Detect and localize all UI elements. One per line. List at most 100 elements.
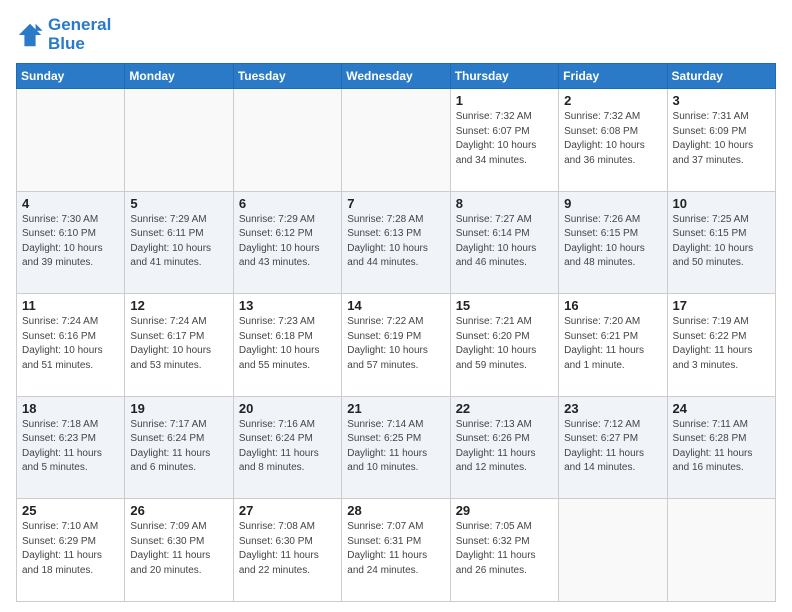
day-info: Sunrise: 7:30 AM Sunset: 6:10 PM Dayligh… — [22, 213, 119, 271]
weekday-header-row: SundayMondayTuesdayWednesdayThursdayFrid… — [17, 64, 776, 89]
calendar-cell: 11Sunrise: 7:24 AM Sunset: 6:16 PM Dayli… — [17, 294, 125, 397]
day-number: 10 — [673, 196, 770, 211]
calendar-cell — [559, 499, 667, 602]
header: General Blue — [16, 16, 776, 53]
day-number: 19 — [130, 401, 227, 416]
day-number: 4 — [22, 196, 119, 211]
day-number: 12 — [130, 298, 227, 313]
day-info: Sunrise: 7:18 AM Sunset: 6:23 PM Dayligh… — [22, 418, 119, 476]
calendar-cell — [17, 89, 125, 192]
day-info: Sunrise: 7:31 AM Sunset: 6:09 PM Dayligh… — [673, 110, 770, 168]
calendar-cell: 24 Sunrise: 7:11 AM Sunset: 6:28 PM Dayli… — [667, 396, 775, 499]
day-info: Sunrise: 7:10 AM Sunset: 6:29 PM Dayligh… — [22, 520, 119, 578]
day-number: 22 — [456, 401, 553, 416]
weekday-header-saturday: Saturday — [667, 64, 775, 89]
weekday-header-sunday: Sunday — [17, 64, 125, 89]
day-number: 24 — [673, 401, 770, 416]
calendar-cell: 6 Sunrise: 7:29 AM Sunset: 6:12 PM Daylig… — [233, 191, 341, 294]
calendar-cell: 12 Sunrise: 7:24 AM Sunset: 6:17 PM Dayli… — [125, 294, 233, 397]
day-info: Sunrise: 7:20 AM Sunset: 6:21 PM Dayligh… — [564, 315, 661, 373]
day-info: Sunrise: 7:32 AM Sunset: 6:08 PM Dayligh… — [564, 110, 661, 168]
day-number: 9 — [564, 196, 661, 211]
day-info: Sunrise: 7:29 AM Sunset: 6:11 PM Dayligh… — [130, 213, 227, 271]
calendar-cell: 14 Sunrise: 7:22 AM Sunset: 6:19 PM Dayli… — [342, 294, 450, 397]
day-info: Sunrise: 7:12 AM Sunset: 6:27 PM Dayligh… — [564, 418, 661, 476]
week-row-1: 1 Sunrise: 7:32 AM Sunset: 6:07 PM Daylig… — [17, 89, 776, 192]
calendar-cell: 17Sunrise: 7:19 AM Sunset: 6:22 PM Dayli… — [667, 294, 775, 397]
day-info: Sunrise: 7:32 AM Sunset: 6:07 PM Dayligh… — [456, 110, 553, 168]
day-number: 27 — [239, 503, 336, 518]
calendar-cell: 25 Sunrise: 7:10 AM Sunset: 6:29 PM Dayli… — [17, 499, 125, 602]
calendar-table: SundayMondayTuesdayWednesdayThursdayFrid… — [16, 63, 776, 602]
week-row-4: 18 Sunrise: 7:18 AM Sunset: 6:23 PM Dayli… — [17, 396, 776, 499]
day-number: 29 — [456, 503, 553, 518]
day-info: Sunrise: 7:29 AM Sunset: 6:12 PM Dayligh… — [239, 213, 336, 271]
day-number: 18 — [22, 401, 119, 416]
day-number: 26 — [130, 503, 227, 518]
day-number: 13 — [239, 298, 336, 313]
calendar-cell: 1 Sunrise: 7:32 AM Sunset: 6:07 PM Daylig… — [450, 89, 558, 192]
calendar-cell: 19 Sunrise: 7:17 AM Sunset: 6:24 PM Dayli… — [125, 396, 233, 499]
day-info: Sunrise: 7:17 AM Sunset: 6:24 PM Dayligh… — [130, 418, 227, 476]
day-number: 6 — [239, 196, 336, 211]
calendar-cell: 10 Sunrise: 7:25 AM Sunset: 6:15 PM Dayli… — [667, 191, 775, 294]
weekday-header-friday: Friday — [559, 64, 667, 89]
calendar-cell: 23 Sunrise: 7:12 AM Sunset: 6:27 PM Dayli… — [559, 396, 667, 499]
calendar-cell — [233, 89, 341, 192]
day-number: 7 — [347, 196, 444, 211]
calendar-cell: 13 Sunrise: 7:23 AM Sunset: 6:18 PM Dayli… — [233, 294, 341, 397]
day-number: 20 — [239, 401, 336, 416]
day-info: Sunrise: 7:09 AM Sunset: 6:30 PM Dayligh… — [130, 520, 227, 578]
calendar-cell — [667, 499, 775, 602]
day-info: Sunrise: 7:07 AM Sunset: 6:31 PM Dayligh… — [347, 520, 444, 578]
day-number: 17 — [673, 298, 770, 313]
calendar-cell: 29 Sunrise: 7:05 AM Sunset: 6:32 PM Dayli… — [450, 499, 558, 602]
page: General Blue SundayMondayTuesdayWednesda… — [0, 0, 792, 612]
day-info: Sunrise: 7:22 AM Sunset: 6:19 PM Dayligh… — [347, 315, 444, 373]
logo-icon — [16, 21, 44, 49]
day-info: Sunrise: 7:13 AM Sunset: 6:26 PM Dayligh… — [456, 418, 553, 476]
day-number: 28 — [347, 503, 444, 518]
day-number: 1 — [456, 93, 553, 108]
day-number: 23 — [564, 401, 661, 416]
calendar-cell: 26 Sunrise: 7:09 AM Sunset: 6:30 PM Dayli… — [125, 499, 233, 602]
day-number: 15 — [456, 298, 553, 313]
day-info: Sunrise: 7:24 AM Sunset: 6:17 PM Dayligh… — [130, 315, 227, 373]
day-number: 3 — [673, 93, 770, 108]
day-number: 5 — [130, 196, 227, 211]
day-info: Sunrise: 7:24 AM Sunset: 6:16 PM Dayligh… — [22, 315, 119, 373]
day-number: 21 — [347, 401, 444, 416]
calendar-cell: 5 Sunrise: 7:29 AM Sunset: 6:11 PM Daylig… — [125, 191, 233, 294]
day-number: 14 — [347, 298, 444, 313]
weekday-header-monday: Monday — [125, 64, 233, 89]
week-row-2: 4 Sunrise: 7:30 AM Sunset: 6:10 PM Daylig… — [17, 191, 776, 294]
day-info: Sunrise: 7:25 AM Sunset: 6:15 PM Dayligh… — [673, 213, 770, 271]
day-info: Sunrise: 7:26 AM Sunset: 6:15 PM Dayligh… — [564, 213, 661, 271]
day-info: Sunrise: 7:05 AM Sunset: 6:32 PM Dayligh… — [456, 520, 553, 578]
day-info: Sunrise: 7:14 AM Sunset: 6:25 PM Dayligh… — [347, 418, 444, 476]
logo-text: General Blue — [48, 16, 111, 53]
day-number: 16 — [564, 298, 661, 313]
calendar-cell: 18 Sunrise: 7:18 AM Sunset: 6:23 PM Dayli… — [17, 396, 125, 499]
day-number: 25 — [22, 503, 119, 518]
logo: General Blue — [16, 16, 111, 53]
calendar-cell: 16 Sunrise: 7:20 AM Sunset: 6:21 PM Dayli… — [559, 294, 667, 397]
day-info: Sunrise: 7:11 AM Sunset: 6:28 PM Dayligh… — [673, 418, 770, 476]
week-row-5: 25 Sunrise: 7:10 AM Sunset: 6:29 PM Dayli… — [17, 499, 776, 602]
day-info: Sunrise: 7:23 AM Sunset: 6:18 PM Dayligh… — [239, 315, 336, 373]
calendar-cell — [342, 89, 450, 192]
calendar-cell: 9 Sunrise: 7:26 AM Sunset: 6:15 PM Daylig… — [559, 191, 667, 294]
weekday-header-tuesday: Tuesday — [233, 64, 341, 89]
weekday-header-thursday: Thursday — [450, 64, 558, 89]
calendar-cell: 3 Sunrise: 7:31 AM Sunset: 6:09 PM Daylig… — [667, 89, 775, 192]
calendar-cell: 4 Sunrise: 7:30 AM Sunset: 6:10 PM Daylig… — [17, 191, 125, 294]
day-number: 8 — [456, 196, 553, 211]
calendar-cell: 8Sunrise: 7:27 AM Sunset: 6:14 PM Daylig… — [450, 191, 558, 294]
calendar-cell: 28 Sunrise: 7:07 AM Sunset: 6:31 PM Dayli… — [342, 499, 450, 602]
day-info: Sunrise: 7:21 AM Sunset: 6:20 PM Dayligh… — [456, 315, 553, 373]
calendar-cell: 2Sunrise: 7:32 AM Sunset: 6:08 PM Daylig… — [559, 89, 667, 192]
week-row-3: 11Sunrise: 7:24 AM Sunset: 6:16 PM Dayli… — [17, 294, 776, 397]
calendar-cell: 15 Sunrise: 7:21 AM Sunset: 6:20 PM Dayli… — [450, 294, 558, 397]
calendar-cell: 22 Sunrise: 7:13 AM Sunset: 6:26 PM Dayli… — [450, 396, 558, 499]
calendar-cell: 20Sunrise: 7:16 AM Sunset: 6:24 PM Dayli… — [233, 396, 341, 499]
